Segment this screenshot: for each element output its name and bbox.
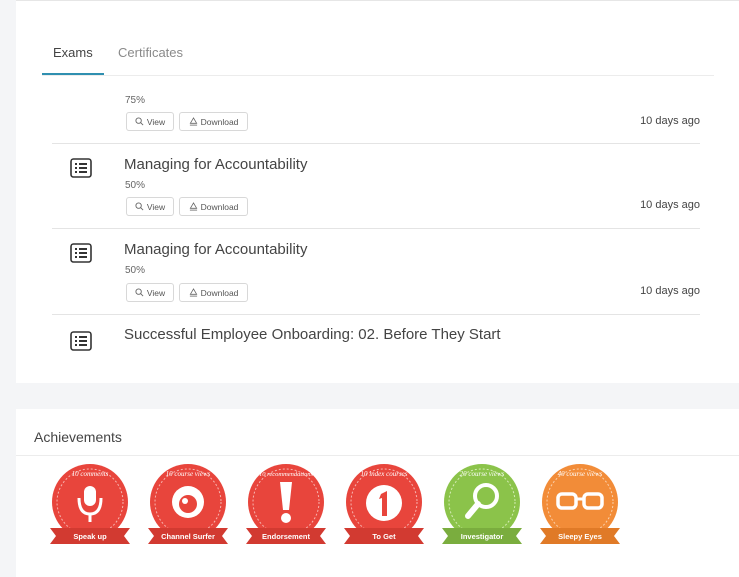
download-label: Download [200,116,239,127]
exam-row: 75% View Download 10 days ago [52,75,700,144]
badge-name: Investigator [461,532,504,541]
badge-speak-up[interactable]: 10 comments Speak up [50,458,130,568]
search-icon [135,117,144,126]
exams-card: Exams Certificates 75% View Download 10 … [16,0,739,383]
badge-name: Speak up [73,532,107,541]
exam-title[interactable]: Successful Employee Onboarding: 02. Befo… [124,326,501,343]
search-icon [135,288,144,297]
download-label: Download [200,287,239,298]
document-list-icon [70,331,92,351]
exam-score: 75% [125,95,146,106]
download-button[interactable]: Download [179,197,248,216]
download-button[interactable]: Download [179,283,248,302]
badge-arc-text: 10 recommendations [259,471,314,478]
badge-to-get[interactable]: 10 index courses To Get [344,458,424,568]
badge-arc-text: 10 index courses [360,470,407,478]
exam-row: Managing for Accountability 50% View Dow… [52,228,700,315]
divider [16,455,739,456]
badge-arc-text: 40 course views [558,470,603,478]
exam-row: Successful Employee Onboarding: 02. Befo… [52,314,700,354]
badge-sleepy-eyes[interactable]: 40 course views Sleepy Eyes [540,458,620,568]
exam-score: 50% [125,265,146,276]
exam-time: 10 days ago [640,115,700,127]
badge-channel-surfer[interactable]: 10 course views Channel Surfer [148,458,228,568]
view-button[interactable]: View [126,112,174,131]
exam-title[interactable]: Managing for Accountability [124,241,307,258]
badge-arc-text: 10 course views [166,470,211,478]
badge-arc-text: 20 course views [460,470,505,478]
tab-bar: Exams Certificates [42,1,714,76]
download-button[interactable]: Download [179,112,248,131]
badge-name: To Get [372,532,396,541]
download-icon [189,117,197,126]
view-button[interactable]: View [126,197,174,216]
tab-exams[interactable]: Exams [53,45,93,60]
eye-icon [172,486,204,518]
document-list-icon [70,243,92,263]
view-label: View [146,201,166,212]
download-icon [189,288,197,297]
search-icon [135,202,144,211]
badge-name: Channel Surfer [161,532,215,541]
badge-endorsement[interactable]: 10 recommendations Endorsement [246,458,326,568]
view-button[interactable]: View [126,283,174,302]
download-label: Download [200,201,239,212]
achievements-title: Achievements [34,429,122,445]
badge-name: Sleepy Eyes [558,532,602,541]
download-icon [189,202,197,211]
number-one-icon [366,485,402,521]
exam-time: 10 days ago [640,199,700,211]
badge-investigator[interactable]: 20 course views Investigator [442,458,522,568]
tab-certificates[interactable]: Certificates [118,45,183,60]
view-label: View [146,287,166,298]
document-list-icon [70,158,92,178]
badge-arc-text: 10 comments [72,470,109,478]
exam-time: 10 days ago [640,285,700,297]
exam-row: Managing for Accountability 50% View Dow… [52,143,700,229]
badge-name: Endorsement [262,532,310,541]
view-label: View [146,116,166,127]
exam-score: 50% [125,180,146,191]
exam-title[interactable]: Managing for Accountability [124,156,307,173]
